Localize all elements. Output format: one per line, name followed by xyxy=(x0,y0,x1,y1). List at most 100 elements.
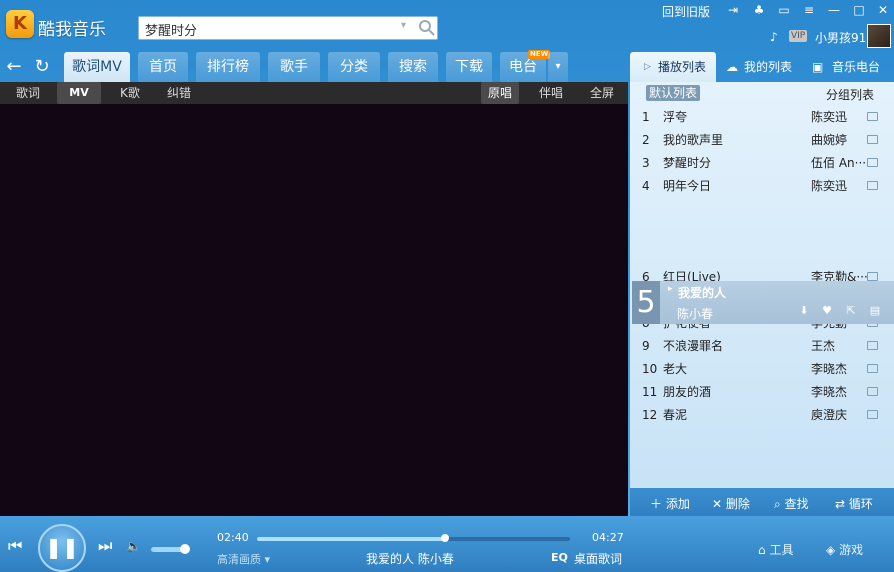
song-artist[interactable]: 陈奕迅 xyxy=(811,106,873,129)
mv-icon[interactable] xyxy=(867,272,878,281)
tab-music-radio[interactable]: ▣ 音乐电台 xyxy=(812,52,894,82)
login-icon[interactable]: ⇥ xyxy=(723,2,743,18)
avatar[interactable] xyxy=(867,24,891,48)
previous-icon[interactable]: ⏮ xyxy=(8,536,22,556)
list-item[interactable]: 12 春泥 庾澄庆 xyxy=(630,404,894,427)
mv-icon[interactable] xyxy=(867,135,878,144)
more-tabs-chevron-icon[interactable]: ▾ xyxy=(548,52,568,82)
tab-artists[interactable]: 歌手 xyxy=(268,52,320,82)
mv-icon[interactable] xyxy=(867,112,878,121)
progress-knob[interactable] xyxy=(440,534,449,542)
search-input[interactable] xyxy=(143,19,397,39)
list-item[interactable]: 2 我的歌声里 曲婉婷 xyxy=(630,129,894,152)
song-artist[interactable]: 王杰 xyxy=(811,335,873,358)
volume-icon[interactable]: 🔈 xyxy=(126,539,141,553)
quality-dropdown[interactable]: 高清画质 ▾ xyxy=(217,551,270,567)
list-item[interactable]: 11 朋友的酒 李晓杰 xyxy=(630,381,894,404)
kuwo-music-window: K 酷我音乐 ▾ 回到旧版 ⇥ ♣ ▭ ≡ — □ ✕ ♪ VIP 小男孩91 … xyxy=(0,0,894,572)
menu-icon[interactable]: ≡ xyxy=(799,2,819,18)
mv-video-area[interactable] xyxy=(0,104,628,516)
app-logo: K xyxy=(6,10,34,38)
song-number: 2 xyxy=(642,133,650,147)
app-title: 酷我音乐 xyxy=(38,20,106,40)
subtab-karaoke[interactable]: K歌 xyxy=(120,82,140,104)
mv-icon[interactable] xyxy=(867,410,878,419)
close-icon[interactable]: ✕ xyxy=(873,2,893,18)
song-artist[interactable]: 庾澄庆 xyxy=(811,404,873,427)
maximize-icon[interactable]: □ xyxy=(849,2,869,18)
search-icon[interactable] xyxy=(418,18,436,38)
pause-button[interactable]: ❚❚ xyxy=(38,524,86,572)
tab-download[interactable]: 下载 xyxy=(446,52,492,82)
subtab-mv[interactable]: MV xyxy=(57,82,101,104)
song-artist[interactable]: 李晓杰 xyxy=(811,381,873,404)
song-title: 不浪漫罪名 xyxy=(663,339,724,353)
delete-button[interactable]: ✕ 删除 xyxy=(712,495,750,512)
accompaniment-button[interactable]: 伴唱 xyxy=(539,82,563,104)
tools-label: 工具 xyxy=(769,543,794,557)
list-item[interactable]: 1 浮夸 陈奕迅 xyxy=(630,106,894,129)
games-button[interactable]: ◈ 游戏 xyxy=(826,541,863,558)
list-item[interactable]: 3 梦醒时分 伍佰 An··· xyxy=(630,152,894,175)
tab-lyrics-mv[interactable]: 歌词MV xyxy=(64,52,130,82)
mini-mode-icon[interactable]: ▭ xyxy=(774,2,794,18)
find-button[interactable]: ⌕ 查找 xyxy=(774,495,809,512)
subtab-lyrics[interactable]: 歌词 xyxy=(16,82,40,104)
subtab-correction[interactable]: 纠错 xyxy=(167,82,191,104)
mv-icon[interactable] xyxy=(867,158,878,167)
gamepad-icon: ◈ xyxy=(826,543,836,557)
eq-button[interactable]: EQ xyxy=(551,551,568,564)
back-arrow-icon[interactable]: ← xyxy=(2,56,26,80)
search-dropdown-icon[interactable]: ▾ xyxy=(401,20,406,31)
expand-arrow-icon[interactable]: ▸ xyxy=(668,284,673,294)
volume-knob[interactable] xyxy=(180,544,191,554)
default-list-button[interactable]: 默认列表 xyxy=(646,85,701,101)
tab-home[interactable]: 首页 xyxy=(138,52,188,82)
mv-icon[interactable] xyxy=(867,387,878,396)
refresh-icon[interactable]: ↻ xyxy=(30,56,54,80)
lyrics-mv-toolbar: 歌词 MV K歌 纠错 原唱 伴唱 全屏 xyxy=(0,82,628,104)
original-vocal-button[interactable]: 原唱 xyxy=(481,82,519,104)
username[interactable]: 小男孩91 xyxy=(815,29,866,46)
volume-slider[interactable] xyxy=(151,544,191,554)
skin-icon[interactable]: ♣ xyxy=(749,2,769,18)
list-item[interactable]: 4 明年今日 陈奕迅 xyxy=(630,175,894,198)
song-artist[interactable]: 陈奕迅 xyxy=(811,175,873,198)
song-number: 10 xyxy=(642,362,658,376)
tab-charts[interactable]: 排行榜 xyxy=(196,52,260,82)
tab-categories[interactable]: 分类 xyxy=(328,52,380,82)
download-icon[interactable]: ⬇ xyxy=(797,304,811,318)
minimize-icon[interactable]: — xyxy=(824,2,844,18)
mv-icon[interactable] xyxy=(867,364,878,373)
add-button[interactable]: ＋ 添加 xyxy=(650,495,690,512)
mv-icon[interactable] xyxy=(867,341,878,350)
group-list-button[interactable]: 分组列表 xyxy=(826,86,874,103)
tab-playlist[interactable]: ▷ 播放列表 xyxy=(630,52,716,82)
search-box[interactable]: ▾ xyxy=(138,16,438,40)
song-artist[interactable]: 曲婉婷 xyxy=(811,129,873,152)
playing-artist: 陈小春 xyxy=(677,307,714,321)
song-number: 9 xyxy=(642,339,650,353)
mv-icon[interactable] xyxy=(867,181,878,190)
loop-button[interactable]: ⇄ 循环 xyxy=(835,495,873,512)
progress-bar[interactable] xyxy=(257,534,570,542)
back-to-old-version-link[interactable]: 回到旧版 xyxy=(662,3,710,20)
now-playing-row[interactable]: 5 ▸ 我爱的人 陈小春 ⬇ ♥ ⇱ ▤ xyxy=(632,281,894,324)
list-item[interactable]: 10 老大 李晓杰 xyxy=(630,358,894,381)
share-icon[interactable]: ⇱ xyxy=(844,304,858,318)
tab-my-lists[interactable]: ☁ 我的列表 xyxy=(726,52,808,82)
mv-icon[interactable]: ▤ xyxy=(868,304,882,318)
play-triangle-icon: ▷ xyxy=(644,62,651,72)
tab-search[interactable]: 搜索 xyxy=(388,52,438,82)
fullscreen-button[interactable]: 全屏 xyxy=(590,82,614,104)
next-icon[interactable]: ⏭ xyxy=(98,536,112,556)
heart-icon[interactable]: ♥ xyxy=(820,304,834,318)
playlist-header: 默认列表 分组列表 xyxy=(630,82,894,106)
song-artist[interactable]: 伍佰 An··· xyxy=(811,152,873,175)
list-item[interactable]: 9 不浪漫罪名 王杰 xyxy=(630,335,894,358)
right-panel-tabs: ▷ 播放列表 ☁ 我的列表 ▣ 音乐电台 xyxy=(630,52,894,82)
desktop-lyrics-button[interactable]: 桌面歌词 xyxy=(574,550,622,567)
song-artist[interactable]: 李晓杰 xyxy=(811,358,873,381)
player-bar: ⏮ ❚❚ ⏭ 🔈 02:40 04:27 高清画质 ▾ 我爱的人 陈小春 EQ … xyxy=(0,516,894,572)
tools-button[interactable]: ⌂ 工具 xyxy=(758,541,793,558)
